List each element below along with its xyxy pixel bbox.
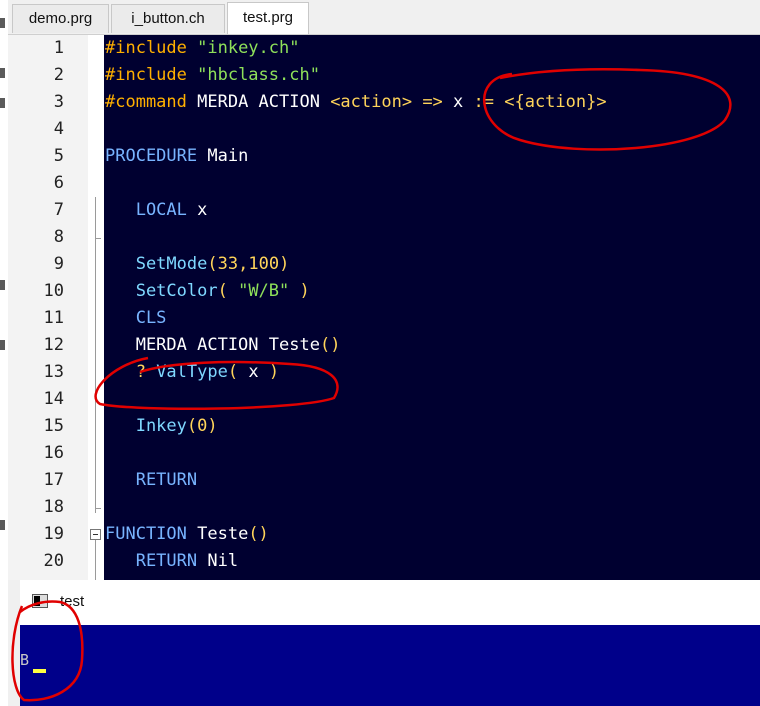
- annotation-circle-command: [483, 68, 732, 151]
- annotation-circle-output: [11, 600, 84, 702]
- annotation-overlay: [11, 68, 732, 702]
- annotation-circle-valtype: [94, 356, 339, 411]
